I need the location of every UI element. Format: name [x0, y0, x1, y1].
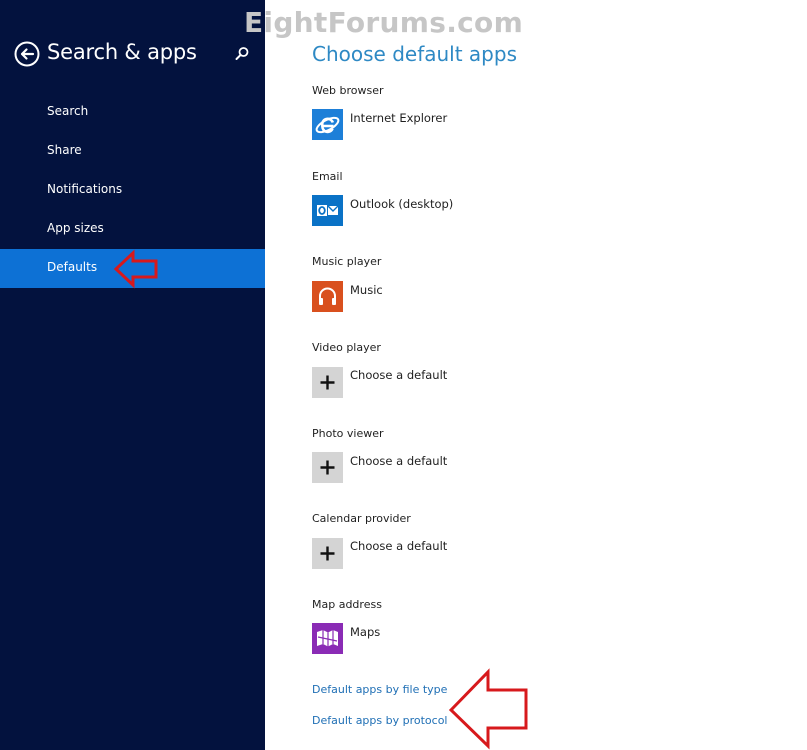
- music-player-app-tile[interactable]: [312, 281, 343, 312]
- maps-icon: [317, 630, 338, 647]
- default-apps-by-protocol-link[interactable]: Default apps by protocol: [312, 714, 447, 727]
- annotation-arrow-links: [448, 668, 530, 750]
- back-arrow-icon: [14, 41, 40, 67]
- sidebar-item-search[interactable]: Search: [0, 93, 265, 132]
- sidebar-header: Search & apps: [0, 36, 265, 76]
- video-player-app-name[interactable]: Choose a default: [350, 368, 447, 382]
- headphones-icon: [319, 287, 336, 305]
- category-label-web-browser: Web browser: [312, 84, 384, 97]
- page-title: Choose default apps: [312, 42, 517, 66]
- plus-icon: [320, 546, 335, 561]
- plus-icon: [320, 460, 335, 475]
- category-label-music-player: Music player: [312, 255, 382, 268]
- category-label-map-address: Map address: [312, 598, 382, 611]
- default-apps-by-file-type-link[interactable]: Default apps by file type: [312, 683, 447, 696]
- outlook-icon: [317, 205, 339, 216]
- sidebar-item-notifications[interactable]: Notifications: [0, 171, 265, 210]
- video-player-app-tile[interactable]: [312, 367, 343, 398]
- category-label-calendar-provider: Calendar provider: [312, 512, 411, 525]
- sidebar-item-label: Search: [47, 104, 89, 118]
- plus-icon: [320, 375, 335, 390]
- email-app-tile[interactable]: [312, 195, 343, 226]
- sidebar-item-label: Notifications: [47, 182, 123, 196]
- web-browser-app-name[interactable]: Internet Explorer: [350, 111, 447, 125]
- sidebar-title: Search & apps: [47, 40, 197, 64]
- back-button[interactable]: [14, 41, 40, 67]
- web-browser-app-tile[interactable]: [312, 109, 343, 140]
- sidebar-item-label: Defaults: [47, 260, 98, 274]
- search-button[interactable]: [233, 45, 251, 63]
- sidebar-item-app-sizes[interactable]: App sizes: [0, 210, 265, 249]
- email-app-name[interactable]: Outlook (desktop): [350, 197, 453, 211]
- category-label-video-player: Video player: [312, 341, 381, 354]
- category-label-email: Email: [312, 170, 343, 183]
- calendar-provider-app-tile[interactable]: [312, 538, 343, 569]
- annotation-arrow-defaults: [113, 249, 159, 289]
- sidebar-item-label: Share: [47, 143, 82, 157]
- map-address-app-name[interactable]: Maps: [350, 625, 380, 639]
- calendar-provider-app-name[interactable]: Choose a default: [350, 539, 447, 553]
- music-player-app-name[interactable]: Music: [350, 283, 383, 297]
- search-icon: [235, 47, 249, 60]
- photo-viewer-app-tile[interactable]: [312, 452, 343, 483]
- photo-viewer-app-name[interactable]: Choose a default: [350, 454, 447, 468]
- map-address-app-tile[interactable]: [312, 623, 343, 654]
- internet-explorer-icon: [315, 116, 340, 134]
- site-watermark: EightForums.com: [244, 6, 524, 39]
- settings-sidebar: Search & apps Search Share Notifications…: [0, 0, 265, 750]
- sidebar-item-label: App sizes: [47, 221, 104, 235]
- sidebar-item-share[interactable]: Share: [0, 132, 265, 171]
- category-label-photo-viewer: Photo viewer: [312, 427, 384, 440]
